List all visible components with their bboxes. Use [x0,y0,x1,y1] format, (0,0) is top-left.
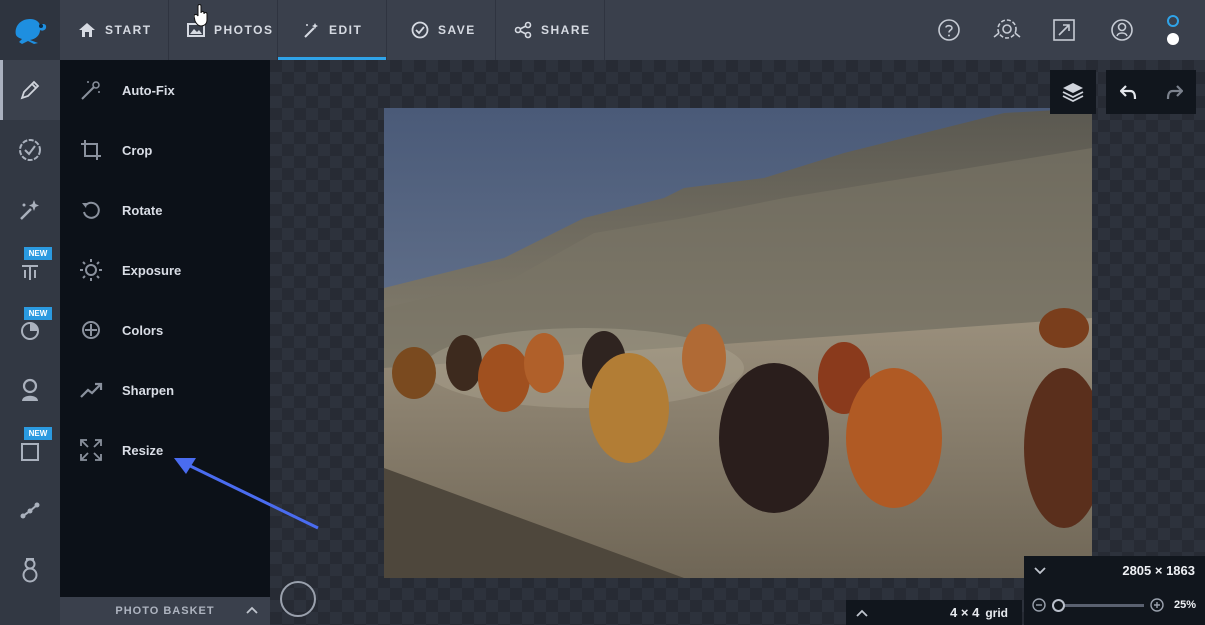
tool-exposure[interactable]: Exposure [60,240,270,300]
settings-gear-icon[interactable] [990,15,1024,45]
tab-edit[interactable]: EDIT [278,0,387,60]
tool-resize[interactable]: Resize [60,420,270,480]
rail-effects[interactable] [0,120,60,180]
chevron-down-icon[interactable] [1034,567,1046,575]
tool-resize-label: Resize [122,442,164,458]
zoom-slider-handle[interactable] [1052,598,1065,612]
rail-portrait[interactable] [0,360,60,420]
mouse-cursor-icon [194,4,208,27]
pencil-icon [20,80,40,100]
tool-rotate-label: Rotate [122,202,163,218]
chevron-up-icon [856,609,868,617]
new-badge: NEW [24,427,52,440]
zoom-out-icon[interactable] [1032,598,1046,612]
layers-button[interactable] [1050,70,1096,114]
magic-wand-icon [81,81,100,100]
help-icon[interactable] [934,15,964,45]
tool-auto-fix[interactable]: Auto-Fix [60,60,270,120]
zoom-panel: 2805 × 1863 25% [1024,556,1205,625]
frog-logo-icon[interactable] [0,0,60,60]
tool-crop[interactable]: Crop [60,120,270,180]
rail-touch-up[interactable] [0,180,60,240]
tab-save[interactable]: SAVE [387,0,496,60]
rail-seasonal[interactable] [0,540,60,600]
undo-button[interactable] [1106,70,1151,114]
tool-colors-label: Colors [122,322,164,338]
edit-tools-panel: Auto-Fix Crop Rotate Exposure Colors Sha… [60,60,270,625]
check-circle-icon [411,21,429,39]
tab-save-label: SAVE [438,23,476,37]
chevron-up-icon [246,606,258,614]
zoom-percentage: 25% [1174,599,1197,611]
tool-rotate[interactable]: Rotate [60,180,270,240]
tab-photos[interactable]: PHOTOS [169,0,278,60]
redo-button[interactable] [1151,70,1196,114]
text-icon [22,265,38,280]
grid-word-label: grid [985,605,1008,620]
magic-wand-icon [304,23,318,38]
image-dimensions: 2805 × 1863 [1122,563,1195,578]
indicator-dot-white[interactable] [1167,33,1179,45]
new-badge: NEW [24,307,52,320]
trend-up-icon [80,382,103,398]
layers-icon [1062,83,1084,102]
redo-icon [1166,85,1183,100]
overlay-icon [21,322,39,340]
tool-exposure-label: Exposure [122,262,182,278]
tab-share-label: SHARE [541,23,591,37]
magic-sparkle-icon [20,200,39,220]
crop-icon [81,140,101,160]
tab-start[interactable]: START [60,0,169,60]
undo-icon [1119,85,1136,100]
rail-edit[interactable] [0,60,60,120]
tool-crop-label: Crop [122,142,153,158]
photo-editor-app: START PHOTOS EDIT SAVE SHARE NEW NEW NEW… [0,0,1205,625]
tab-photos-label: PHOTOS [214,23,274,37]
person-icon [22,378,38,401]
home-icon [79,23,95,37]
new-badge: NEW [24,247,52,260]
zoom-in-icon[interactable] [1150,598,1164,612]
photo-basket-label: PHOTO BASKET [115,605,215,617]
frame-icon [21,443,39,461]
zoom-controls: 25% [1032,596,1200,614]
grid-toggle-bar[interactable]: 4 × 4 grid [846,600,1022,625]
tab-start-label: START [105,23,152,37]
tab-share[interactable]: SHARE [496,0,605,60]
tab-edit-label: EDIT [329,23,363,37]
crosshair-icon [82,321,100,339]
graph-nodes-icon [20,502,40,519]
zoom-slider[interactable] [1052,598,1144,612]
tool-sharpen-label: Sharpen [122,382,175,398]
tool-colors[interactable]: Colors [60,300,270,360]
account-icon[interactable] [1107,15,1137,45]
resize-icon [80,439,102,461]
snowman-icon [22,558,38,583]
sun-icon [80,259,102,281]
indicator-dot-blue[interactable] [1167,15,1179,27]
grid-size-value: 4 × 4 [950,605,980,620]
badge-check-icon [19,139,41,161]
edited-photo[interactable] [384,108,1092,578]
share-icon [514,21,532,39]
top-navigation-bar: START PHOTOS EDIT SAVE SHARE [0,0,1205,60]
rotate-icon [82,201,100,219]
rail-graphics[interactable] [0,480,60,540]
compare-circle-button[interactable] [280,581,316,617]
tool-sharpen[interactable]: Sharpen [60,360,270,420]
photo-basket-toggle[interactable]: PHOTO BASKET [60,597,270,625]
fullscreen-icon[interactable] [1049,15,1079,45]
tool-auto-fix-label: Auto-Fix [122,82,175,98]
history-controls [1106,70,1196,114]
left-tool-rail: NEW NEW NEW [0,60,60,625]
